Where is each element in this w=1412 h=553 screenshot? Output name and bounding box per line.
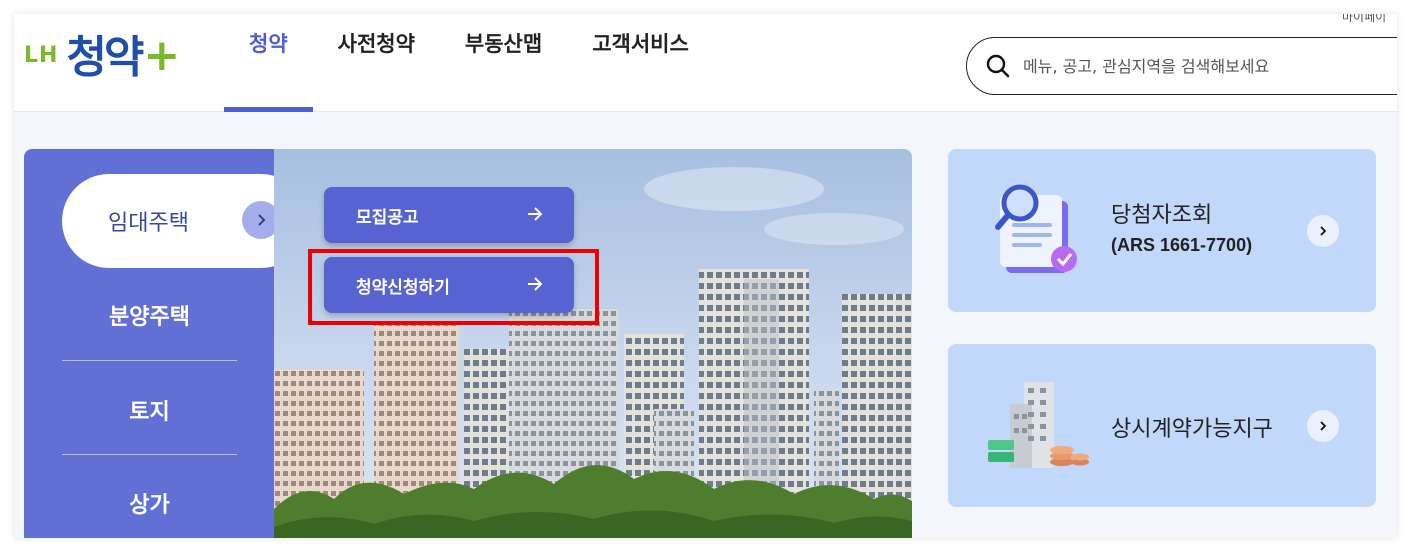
nav-label: 청약	[249, 32, 288, 56]
hero-banner: 모집공고 청약신청하기	[274, 149, 912, 538]
contract-available-district-card[interactable]: 상시계약가능지구	[948, 344, 1376, 507]
housing-type-menu: 임대주택 분양주택 토지 상가	[24, 149, 308, 538]
search-input[interactable]	[1023, 56, 1397, 76]
site-header: LH 청약 + 청약 사전청약 부동산맵 고객서비스	[14, 14, 1397, 112]
logo-main: 청약	[66, 32, 144, 83]
button-label: 모집공고	[356, 207, 419, 228]
document-search-icon	[995, 184, 1077, 273]
menu-item-label: 임대주택	[108, 211, 189, 236]
my-page-link[interactable]: 마이페이	[1342, 14, 1386, 25]
menu-item-sale-housing[interactable]: 분양주택	[62, 299, 237, 331]
building-coins-icon	[988, 382, 1089, 468]
menu-item-commercial[interactable]: 상가	[62, 487, 237, 519]
search-icon[interactable]	[985, 53, 1011, 79]
lh-logo[interactable]: LH 청약 +	[24, 22, 180, 92]
logo-plus: +	[143, 30, 181, 81]
nav-item-customer-service[interactable]: 고객서비스	[567, 14, 714, 92]
nav-label: 부동산맵	[464, 32, 543, 56]
nav-active-underline	[224, 107, 313, 112]
nav-label: 사전청약	[337, 32, 415, 56]
menu-divider	[62, 454, 237, 455]
menu-item-rental-housing[interactable]: 임대주택	[62, 174, 308, 268]
page: LH 청약 + 청약 사전청약 부동산맵 고객서비스 메뉴, 공고, 관심지역을…	[14, 14, 1397, 538]
nav-item-cheongyak[interactable]: 청약	[224, 14, 313, 112]
menu-item-land[interactable]: 토지	[62, 394, 237, 426]
arrow-right-icon	[528, 207, 543, 221]
recruitment-notice-button[interactable]: 모집공고	[324, 187, 574, 243]
card-title: 상시계약가능지구	[1111, 417, 1273, 442]
card-subtitle: (ARS 1661-7700)	[1111, 235, 1253, 255]
nav-item-real-estate-map[interactable]: 부동산맵	[440, 14, 567, 92]
winner-lookup-card[interactable]: 당첨자조회 (ARS 1661-7700)	[948, 149, 1376, 312]
highlight-box	[308, 249, 599, 325]
logo-prefix: LH	[24, 43, 59, 68]
card-title: 당첨자조회	[1111, 203, 1213, 228]
nav-item-pre-subscription[interactable]: 사전청약	[313, 14, 440, 92]
menu-divider	[62, 360, 237, 361]
nav-label: 고객서비스	[592, 32, 689, 56]
main-nav: 청약 사전청약 부동산맵 고객서비스	[224, 14, 714, 112]
search-box[interactable]	[966, 37, 1397, 95]
chevron-right-icon[interactable]	[1307, 410, 1339, 442]
chevron-right-icon[interactable]	[1307, 215, 1339, 247]
